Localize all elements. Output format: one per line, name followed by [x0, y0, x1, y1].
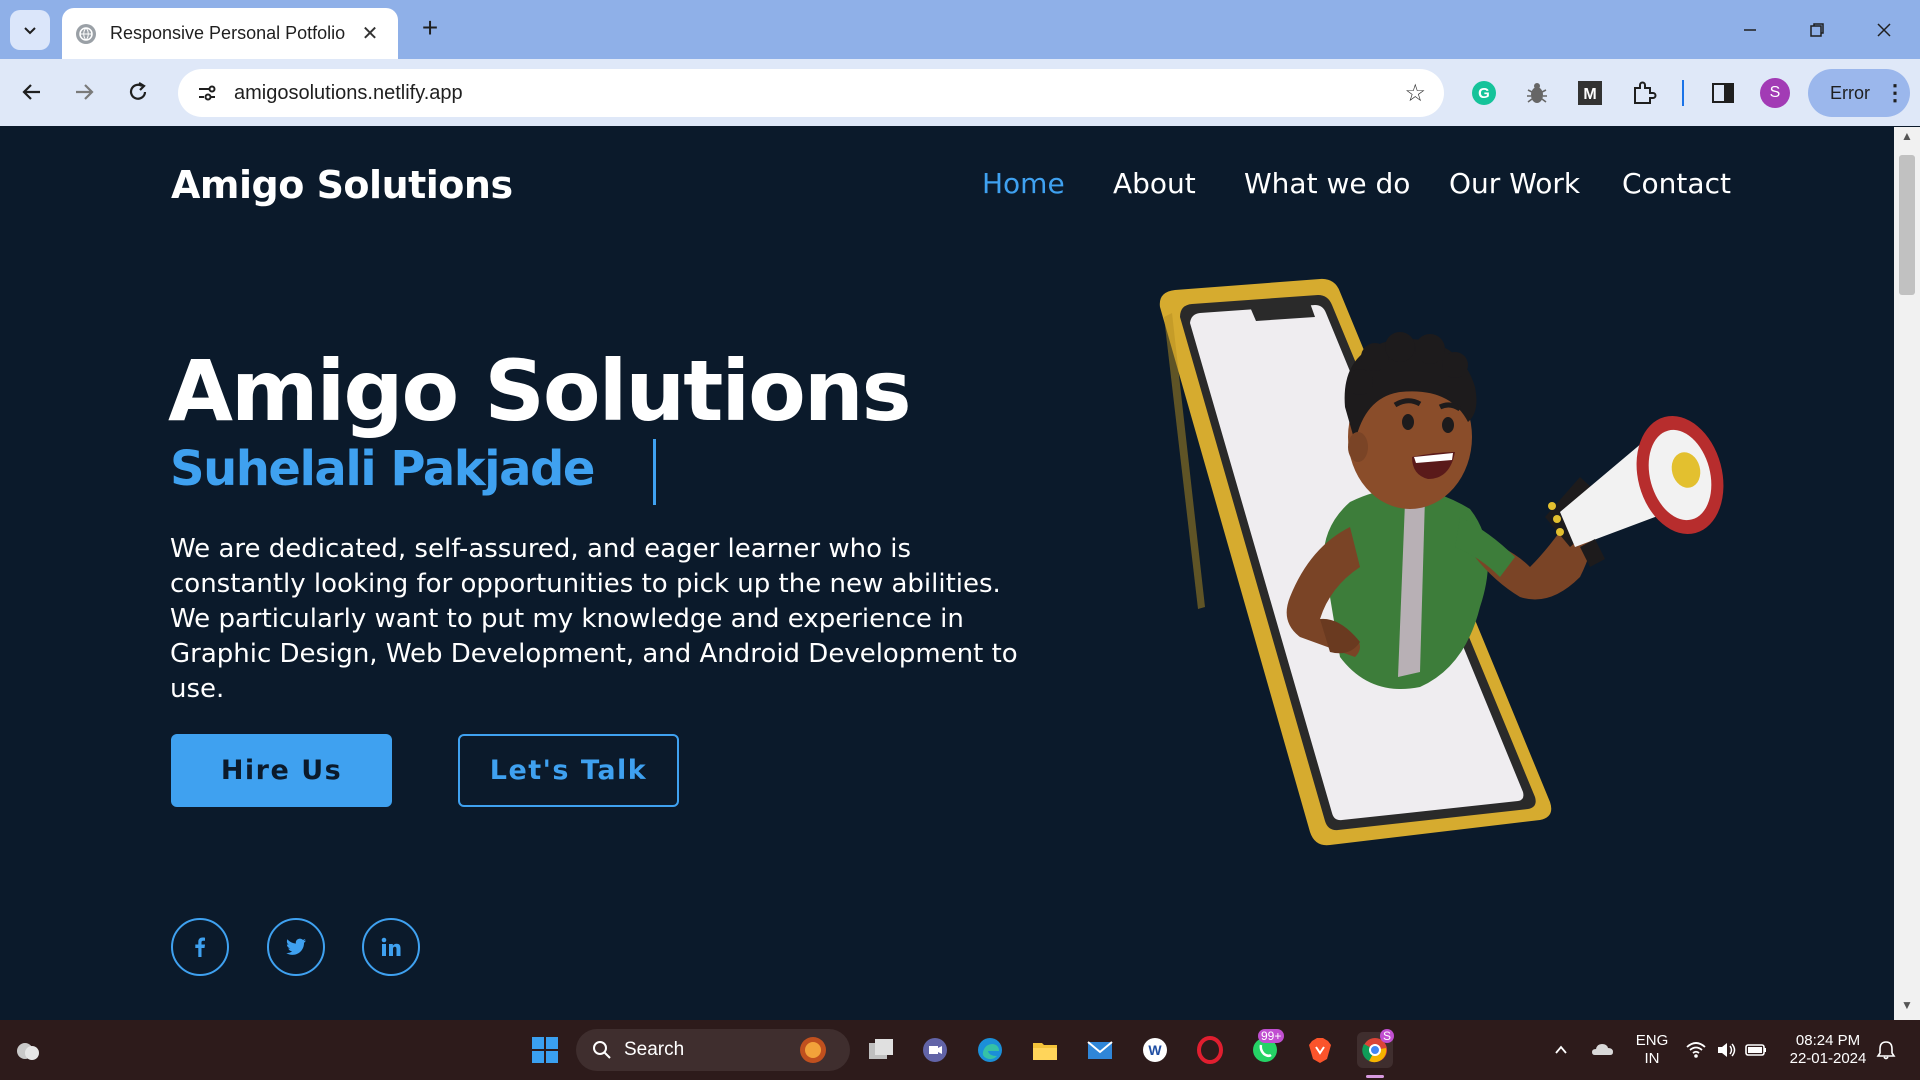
notification-bell-icon[interactable] — [1868, 1032, 1904, 1068]
nav-what-we-do[interactable]: What we do — [1244, 167, 1410, 200]
toolbar-divider — [1682, 80, 1684, 106]
address-bar[interactable]: amigosolutions.netlify.app ☆ — [178, 69, 1444, 117]
teams-meet-icon[interactable] — [917, 1032, 953, 1068]
language-indicator[interactable]: ENG IN — [1632, 1032, 1672, 1068]
whatsapp-unread-badge: 99+ — [1258, 1029, 1285, 1043]
scroll-thumb[interactable] — [1899, 155, 1915, 295]
task-view-icon[interactable] — [863, 1032, 899, 1068]
linkedin-link[interactable] — [362, 918, 420, 976]
region-code: IN — [1644, 1050, 1660, 1067]
facebook-link[interactable] — [171, 918, 229, 976]
word-app-icon[interactable]: W — [1137, 1032, 1173, 1068]
browser-toolbar: amigosolutions.netlify.app ☆ G M — [0, 59, 1920, 126]
svg-text:G: G — [1478, 85, 1490, 102]
nav-our-work[interactable]: Our Work — [1449, 167, 1580, 200]
brave-browser-icon[interactable] — [1302, 1032, 1338, 1068]
megaphone-illustration — [1545, 416, 1724, 567]
language-code: ENG — [1635, 1032, 1669, 1049]
grammarly-icon[interactable]: G — [1467, 76, 1501, 110]
extensions-puzzle-icon[interactable] — [1627, 76, 1661, 110]
hero-illustration — [1159, 278, 1724, 846]
close-tab-icon[interactable]: ✕ — [358, 21, 382, 46]
chrome-active-indicator — [1366, 1075, 1384, 1078]
close-window-icon[interactable] — [1864, 10, 1904, 50]
weather-widget-icon[interactable] — [10, 1032, 46, 1068]
search-label: Search — [624, 1039, 685, 1060]
chrome-profile-badge: S — [1380, 1029, 1395, 1043]
url-text: amigosolutions.netlify.app — [234, 81, 463, 104]
taskbar-search[interactable]: Search — [576, 1029, 850, 1071]
error-menu-button[interactable]: Error ⋮ — [1808, 69, 1910, 117]
svg-text:W: W — [1148, 1042, 1162, 1058]
more-menu-icon: ⋮ — [1884, 80, 1906, 105]
search-highlight-icon — [800, 1037, 826, 1063]
bookmark-star-icon[interactable]: ☆ — [1404, 79, 1426, 108]
edge-browser-icon[interactable] — [972, 1032, 1008, 1068]
hero-title: Amigo Solutions — [168, 342, 912, 440]
restore-icon[interactable] — [1797, 10, 1837, 50]
reload-icon[interactable] — [118, 72, 158, 112]
lets-talk-button[interactable]: Let's Talk — [458, 734, 679, 807]
twitter-icon — [286, 938, 306, 955]
battery-icon[interactable] — [1738, 1032, 1774, 1068]
show-hidden-icons-icon[interactable] — [1543, 1032, 1579, 1068]
clock-date: 22-01-2024 — [1789, 1050, 1867, 1067]
tab-search-button[interactable] — [10, 10, 50, 50]
clock[interactable]: 08:24 PM 22-01-2024 — [1778, 1032, 1878, 1068]
nav-home[interactable]: Home — [982, 167, 1065, 200]
back-icon[interactable] — [12, 72, 52, 112]
windows-start-icon[interactable] — [527, 1032, 563, 1068]
forward-icon[interactable] — [64, 72, 104, 112]
active-tab[interactable]: Responsive Personal Potfolio ✕ — [62, 8, 398, 59]
hero-description: We are dedicated, self-assured, and eage… — [170, 534, 1018, 704]
new-tab-button[interactable]: + — [414, 12, 446, 44]
scroll-down-icon[interactable]: ▼ — [1894, 998, 1920, 1018]
side-panel-icon[interactable] — [1706, 76, 1740, 110]
site-info-icon[interactable] — [192, 78, 222, 108]
site-logo-text[interactable]: Amigo Solutions — [171, 163, 513, 207]
mail-icon[interactable] — [1082, 1032, 1118, 1068]
svg-text:M: M — [1583, 86, 1596, 103]
onedrive-icon[interactable] — [1585, 1032, 1621, 1068]
typing-cursor — [653, 439, 656, 505]
opera-icon[interactable] — [1192, 1032, 1228, 1068]
tab-strip: Responsive Personal Potfolio ✕ + — [0, 0, 1920, 59]
facebook-icon — [195, 937, 205, 957]
error-label: Error — [1830, 82, 1870, 103]
clock-time: 08:24 PM — [1795, 1032, 1861, 1049]
profile-avatar[interactable]: S — [1760, 78, 1790, 108]
chevron-down-icon — [24, 27, 36, 35]
globe-icon — [76, 23, 96, 44]
nav-contact[interactable]: Contact — [1622, 167, 1731, 200]
tab-title: Responsive Personal Potfolio — [110, 23, 346, 43]
scroll-up-icon[interactable]: ▲ — [1894, 129, 1920, 149]
nav-about[interactable]: About — [1113, 167, 1196, 200]
twitter-link[interactable] — [267, 918, 325, 976]
bug-icon[interactable] — [1520, 76, 1554, 110]
os-taskbar: Search W 99+ S ENG IN 08:24 PM 22-01-202… — [0, 1020, 1920, 1080]
page-scrollbar[interactable]: ▲ ▼ — [1894, 127, 1920, 1020]
linkedin-icon — [381, 937, 401, 956]
hire-us-button[interactable]: Hire Us — [171, 734, 392, 807]
search-icon — [593, 1041, 611, 1059]
web-page: Amigo Solutions Home About What we do Ou… — [0, 127, 1894, 1020]
file-explorer-icon[interactable] — [1027, 1032, 1063, 1068]
medium-extension-icon[interactable]: M — [1573, 76, 1607, 110]
hero-subtitle: Suhelali Pakjade — [170, 441, 595, 497]
minimize-icon[interactable] — [1730, 10, 1770, 50]
